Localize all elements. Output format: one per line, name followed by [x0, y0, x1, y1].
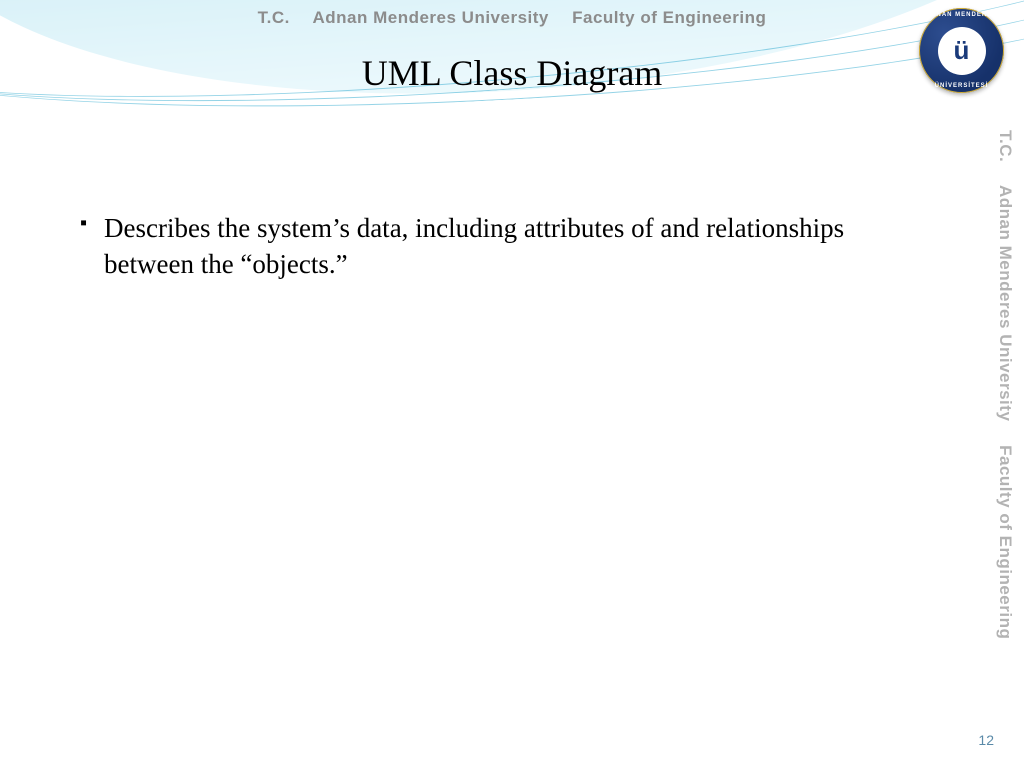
seal-ring-icon	[919, 8, 1004, 93]
sidebar-tc: T.C.	[996, 130, 1015, 162]
seal-text-bottom: ÜNİVERSİTESİ	[919, 83, 1004, 89]
university-logo: ADNAN MENDERES ü ÜNİVERSİTESİ	[919, 8, 1004, 93]
bullet-list: Describes the system’s data, including a…	[80, 210, 900, 283]
right-sidebar: T.C. Adnan Menderes University Faculty o…	[992, 130, 1018, 650]
header-faculty: Faculty of Engineering	[572, 8, 766, 27]
header-text: T.C. Adnan Menderes University Faculty o…	[0, 8, 1024, 28]
sidebar-university: Adnan Menderes University	[996, 185, 1015, 421]
seal-text-top: ADNAN MENDERES	[919, 12, 1004, 18]
slide-title: UML Class Diagram	[0, 52, 1024, 94]
sidebar-text: T.C. Adnan Menderes University Faculty o…	[995, 130, 1015, 639]
slide-body: Describes the system’s data, including a…	[80, 210, 900, 283]
header-tc: T.C.	[258, 8, 290, 27]
sidebar-faculty: Faculty of Engineering	[996, 445, 1015, 639]
header-university: Adnan Menderes University	[312, 8, 548, 27]
page-number: 12	[978, 732, 994, 748]
bullet-item: Describes the system’s data, including a…	[80, 210, 900, 283]
seal-icon: ADNAN MENDERES ü ÜNİVERSİTESİ	[919, 8, 1004, 93]
